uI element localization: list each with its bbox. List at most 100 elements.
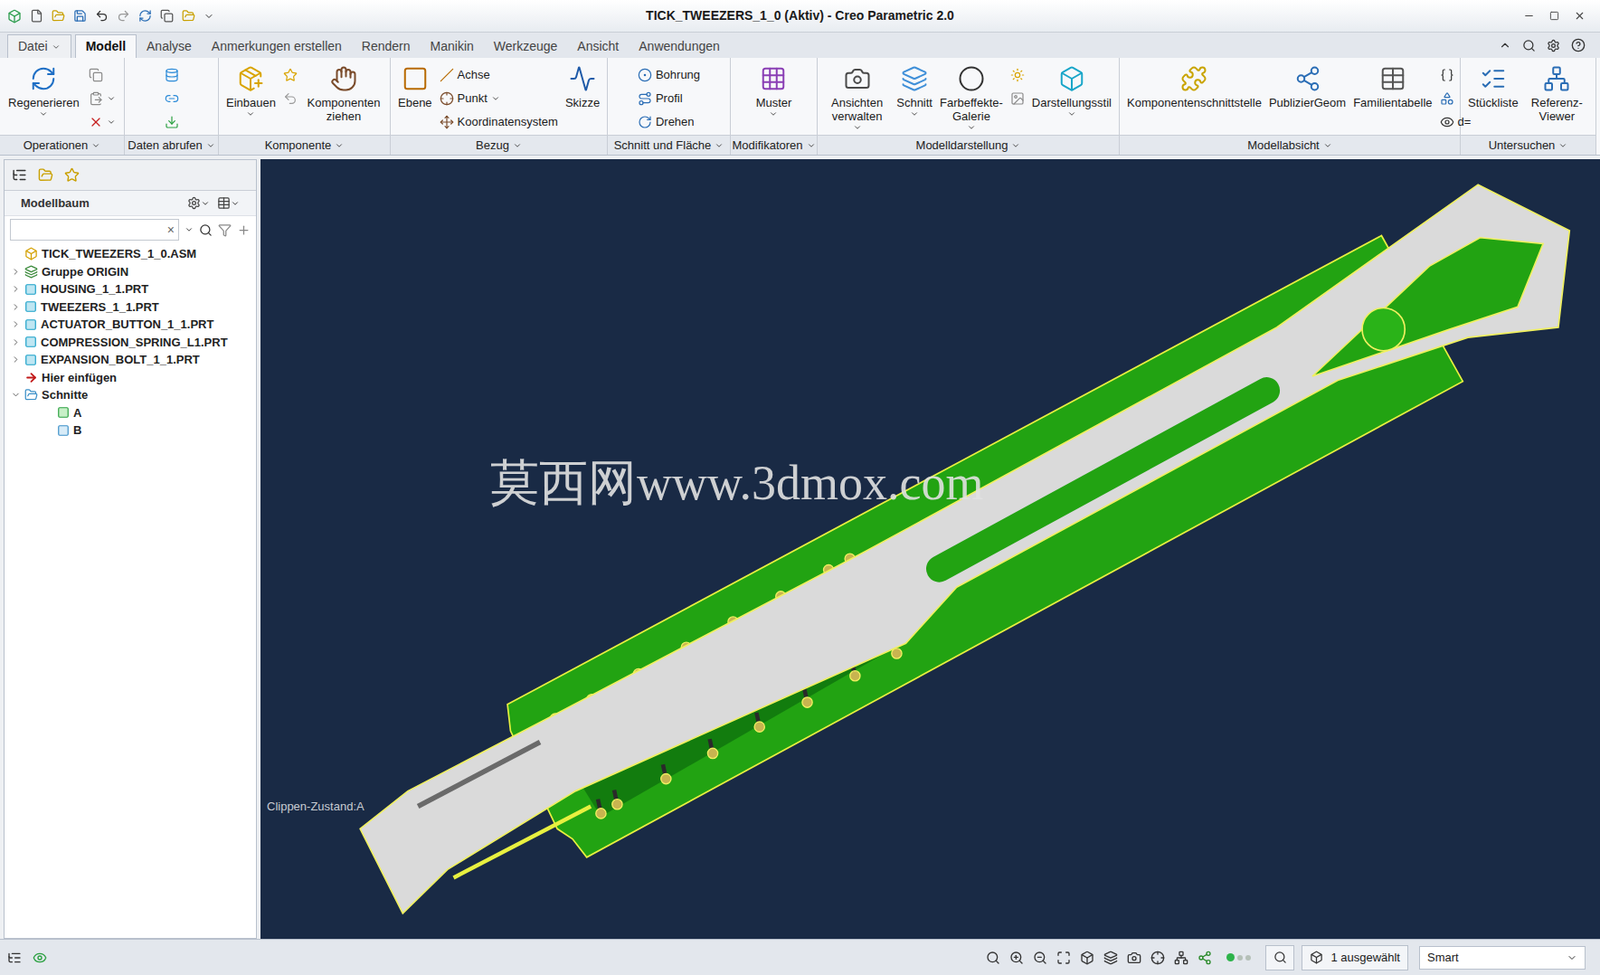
annotation-display-icon[interactable]	[1173, 950, 1189, 966]
display-style-icon[interactable]	[1103, 950, 1118, 966]
undo-icon[interactable]	[94, 9, 109, 23]
group-label[interactable]: Modellabsicht	[1119, 134, 1460, 155]
ribbon-small-button[interactable]	[160, 112, 183, 133]
ribbon-small-button[interactable]	[160, 65, 183, 86]
group-label[interactable]: Bezug	[390, 134, 607, 155]
expand-icon[interactable]	[10, 319, 21, 330]
find-icon[interactable]	[198, 223, 213, 237]
ribbon-large-button[interactable]: Farbeffekte-Galerie	[936, 61, 1007, 133]
save-icon[interactable]	[73, 9, 87, 23]
folder-browser-tab-icon[interactable]	[37, 167, 54, 183]
ribbon-large-button[interactable]: Ansichten verwalten	[821, 61, 893, 133]
collapse-ribbon-icon[interactable]	[1498, 38, 1512, 52]
zoom-in-icon[interactable]	[1009, 950, 1024, 966]
ribbon-tab[interactable]: Anmerkungen erstellen	[201, 34, 352, 58]
ribbon-small-button[interactable]: Profil	[634, 88, 704, 109]
ribbon-small-button[interactable]	[85, 88, 120, 109]
ribbon-large-button[interactable]: Skizze	[561, 61, 604, 110]
windows-icon[interactable]	[160, 9, 174, 23]
clear-search-button[interactable]: ×	[167, 220, 175, 240]
tree-item[interactable]: TWEEZERS_1_1.PRT	[9, 298, 251, 317]
tree-settings-icon[interactable]	[187, 196, 201, 210]
file-menu[interactable]: Datei	[7, 34, 72, 58]
tweezers-model[interactable]	[260, 159, 1600, 939]
ribbon-large-button[interactable]: Stückliste	[1464, 61, 1523, 110]
ribbon-small-button[interactable]: d=	[1436, 112, 1476, 133]
ribbon-small-button[interactable]: Achse	[435, 65, 562, 86]
ribbon-large-button[interactable]: Muster	[752, 61, 796, 119]
ribbon-large-button[interactable]: PublizierGeom	[1265, 61, 1350, 110]
selection-filter[interactable]: Smart	[1419, 946, 1586, 970]
tree-item[interactable]: Hier einfügen	[9, 369, 251, 388]
graphics-viewport[interactable]: 莫西网www.3dmox.comClippen-Zustand:A	[260, 159, 1600, 939]
tree-item[interactable]: COMPRESSION_SPRING_L1.PRT	[9, 333, 251, 352]
group-label[interactable]: Operationen	[0, 134, 124, 155]
toggle-navigator-icon[interactable]	[7, 950, 22, 966]
ribbon-small-button[interactable]	[160, 88, 183, 109]
open-icon[interactable]	[51, 9, 66, 23]
minimize-icon[interactable]	[1523, 9, 1535, 22]
dropdown-icon[interactable]	[230, 198, 240, 209]
dropdown-icon[interactable]	[200, 198, 210, 209]
zoom-out-icon[interactable]	[1032, 950, 1048, 966]
ribbon-small-button[interactable]	[85, 65, 120, 86]
help-icon[interactable]	[1571, 37, 1586, 53]
ribbon-large-button[interactable]: Schnitt	[892, 61, 937, 119]
ribbon-tab[interactable]: Anwendungen	[628, 34, 730, 58]
tree-item[interactable]: TICK_TWEEZERS_1_0.ASM	[9, 245, 251, 264]
ribbon-small-button[interactable]	[85, 112, 120, 133]
tree-item[interactable]: A	[9, 404, 251, 423]
regenerate-icon[interactable]	[138, 9, 152, 23]
tree-search-field[interactable]: ×	[9, 218, 180, 241]
ribbon-small-button[interactable]: Bohrung	[634, 65, 704, 86]
ribbon-small-button[interactable]: Punkt	[435, 88, 562, 109]
new-icon[interactable]	[29, 9, 44, 23]
settings-icon[interactable]	[1546, 38, 1561, 53]
close-window-icon[interactable]	[181, 9, 196, 23]
ribbon-tab[interactable]: Rendern	[351, 34, 421, 58]
ribbon-tab[interactable]: Werkzeuge	[483, 34, 569, 58]
tree-item[interactable]: Schnitte	[9, 386, 251, 405]
tree-columns-icon[interactable]	[217, 196, 231, 210]
tree-item[interactable]: B	[9, 421, 251, 440]
ribbon-small-button[interactable]	[1006, 65, 1029, 86]
toggle-browser-icon[interactable]	[32, 950, 48, 966]
restore-icon[interactable]	[1549, 10, 1560, 21]
customize-icon[interactable]	[203, 10, 215, 22]
group-label[interactable]: Daten abrufen	[124, 134, 218, 155]
expand-icon[interactable]	[10, 302, 21, 313]
ribbon-tab[interactable]: Analyse	[136, 34, 202, 58]
tree-item[interactable]: EXPANSION_BOLT_1_1.PRT	[9, 350, 251, 370]
group-label[interactable]: Modifikatoren	[730, 134, 817, 155]
expand-icon[interactable]	[10, 284, 21, 294]
repaint-icon[interactable]	[1056, 950, 1071, 966]
model-tree-tab-icon[interactable]	[11, 167, 28, 183]
dropdown-icon[interactable]	[184, 225, 194, 235]
ribbon-large-button[interactable]: Familientabelle	[1349, 61, 1436, 110]
view-manager-icon[interactable]	[1126, 950, 1142, 966]
tree-item[interactable]: HOUSING_1_1.PRT	[9, 280, 251, 299]
app-icon[interactable]	[7, 9, 22, 24]
datum-display-icon[interactable]	[1150, 950, 1165, 966]
selection-count[interactable]: 1 ausgewählt	[1301, 945, 1409, 971]
ribbon-large-button[interactable]: Einbauen	[222, 61, 280, 119]
filter-icon[interactable]	[217, 223, 232, 237]
expand-icon[interactable]	[10, 354, 21, 365]
saved-views-icon[interactable]	[1079, 950, 1095, 966]
add-icon[interactable]	[236, 223, 251, 237]
redo-icon[interactable]	[116, 9, 131, 23]
group-label[interactable]: Untersuchen	[1460, 134, 1596, 155]
ribbon-large-button[interactable]: Ebene	[394, 61, 436, 110]
close-icon[interactable]	[1573, 9, 1586, 22]
tree-item[interactable]: Gruppe ORIGIN	[9, 263, 251, 282]
expand-icon[interactable]	[10, 337, 21, 348]
ribbon-tab[interactable]: Manikin	[420, 34, 484, 58]
group-label[interactable]: Modelldarstellung	[817, 134, 1119, 155]
ribbon-small-button[interactable]: Drehen	[634, 112, 704, 133]
ribbon-small-button[interactable]: Koordinatensystem	[435, 112, 562, 133]
search-icon[interactable]	[1522, 38, 1536, 53]
collapse-icon[interactable]	[10, 389, 21, 400]
ribbon-small-button[interactable]	[279, 65, 302, 86]
spin-center-icon[interactable]	[1197, 950, 1212, 966]
ribbon-large-button[interactable]: Darstellungsstil	[1028, 61, 1116, 119]
